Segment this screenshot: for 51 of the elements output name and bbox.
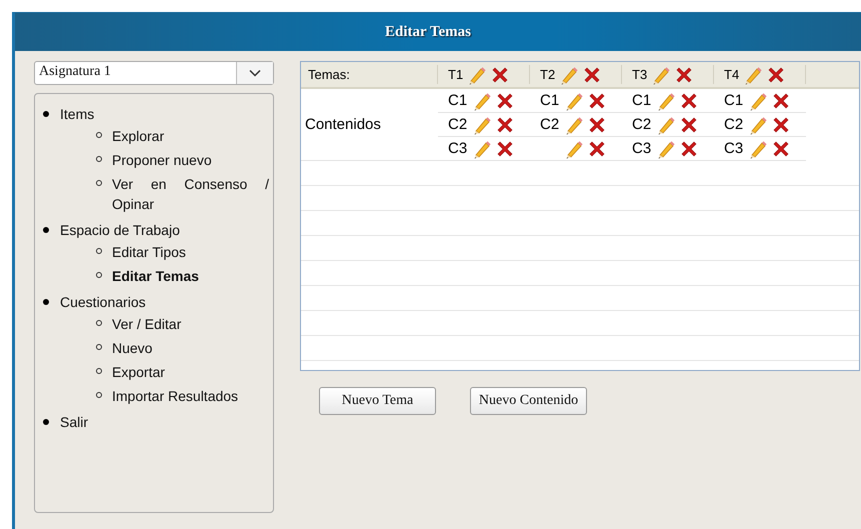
delete-icon[interactable] bbox=[496, 140, 514, 158]
delete-icon[interactable] bbox=[767, 66, 786, 84]
nav-link[interactable]: Editar Temas bbox=[112, 266, 269, 286]
window-title: Editar Temas bbox=[385, 24, 471, 40]
delete-icon[interactable] bbox=[588, 92, 606, 110]
content-label: C1 bbox=[724, 92, 744, 109]
chevron-down-icon bbox=[249, 69, 261, 77]
delete-icon[interactable] bbox=[772, 92, 790, 110]
nav-link[interactable]: Ver / Editar bbox=[112, 314, 269, 334]
subject-select[interactable]: Asignatura 1 bbox=[34, 61, 274, 85]
content-label: C2 bbox=[448, 116, 468, 133]
tema-label: T3 bbox=[632, 67, 648, 82]
delete-icon[interactable] bbox=[496, 116, 514, 134]
delete-icon[interactable] bbox=[772, 116, 790, 134]
action-button[interactable]: Nuevo Contenido bbox=[470, 387, 587, 415]
content-label: C2 bbox=[632, 116, 652, 133]
nav-link[interactable]: Items bbox=[60, 104, 94, 124]
content-label: C1 bbox=[632, 92, 652, 109]
content-label: C3 bbox=[632, 140, 652, 157]
nav-link[interactable]: Exportar bbox=[112, 362, 269, 382]
action-button[interactable]: Nuevo Tema bbox=[319, 387, 436, 415]
nav-link[interactable]: Salir bbox=[60, 412, 88, 432]
tema-label: T4 bbox=[724, 67, 740, 82]
nav-link[interactable]: Proponer nuevo bbox=[112, 150, 269, 170]
nav-link[interactable]: Ver en Consenso / Opinar bbox=[112, 174, 269, 214]
delete-icon[interactable] bbox=[772, 140, 790, 158]
nav-link[interactable]: Importar Resultados bbox=[112, 386, 269, 406]
content-label: C2 bbox=[724, 116, 744, 133]
content-label: C1 bbox=[540, 92, 560, 109]
nav-link[interactable]: Explorar bbox=[112, 126, 269, 146]
row-label: Contenidos bbox=[305, 116, 381, 133]
column-header: Temas: bbox=[308, 67, 350, 82]
delete-icon[interactable] bbox=[680, 140, 698, 158]
content-label: C1 bbox=[448, 92, 468, 109]
content-label: C3 bbox=[448, 140, 468, 157]
delete-icon[interactable] bbox=[680, 92, 698, 110]
tema-label: T1 bbox=[448, 67, 464, 82]
delete-icon[interactable] bbox=[680, 116, 698, 134]
delete-icon[interactable] bbox=[491, 66, 510, 84]
delete-icon[interactable] bbox=[583, 66, 602, 84]
delete-icon[interactable] bbox=[675, 66, 694, 84]
nav-link[interactable]: Espacio de Trabajo bbox=[60, 220, 180, 240]
delete-icon[interactable] bbox=[588, 140, 606, 158]
nav-link[interactable]: Cuestionarios bbox=[60, 292, 146, 312]
delete-icon[interactable] bbox=[588, 116, 606, 134]
content-label: C2 bbox=[540, 116, 560, 133]
nav-link[interactable]: Nuevo bbox=[112, 338, 269, 358]
tema-label: T2 bbox=[540, 67, 556, 82]
content-label: C3 bbox=[724, 140, 744, 157]
nav-link[interactable]: Editar Tipos bbox=[112, 242, 269, 262]
delete-icon[interactable] bbox=[496, 92, 514, 110]
